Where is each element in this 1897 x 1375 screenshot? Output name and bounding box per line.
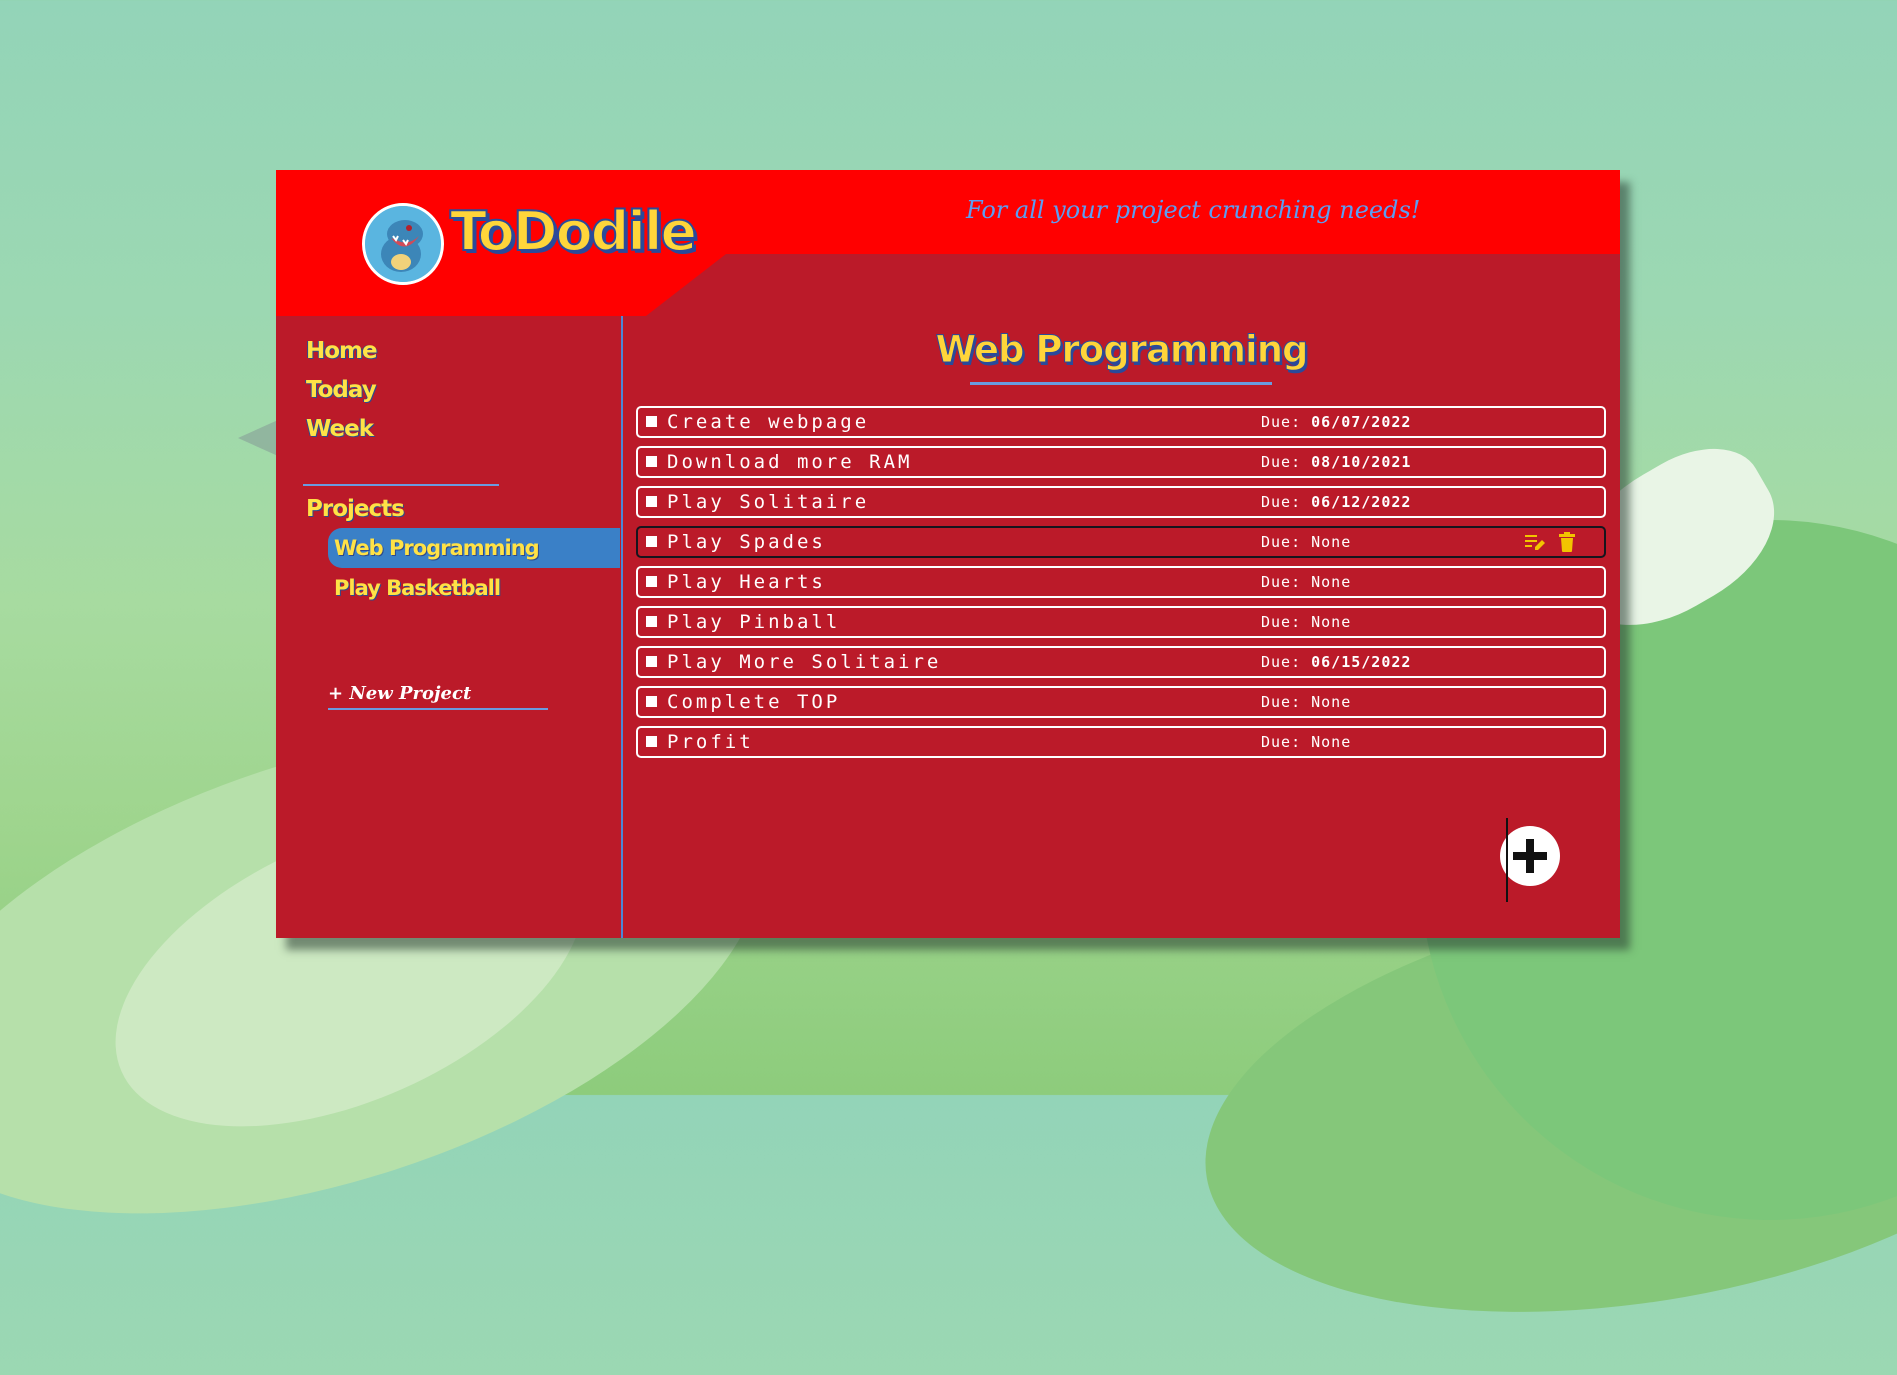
due-value: None — [1311, 733, 1352, 751]
app-tagline: For all your project crunching needs! — [966, 196, 1421, 224]
due-value: 06/15/2022 — [1311, 653, 1412, 671]
text-cursor — [1506, 818, 1508, 902]
title-underline — [970, 382, 1272, 385]
task-title: Play More Solitaire — [667, 651, 942, 673]
task-row-hovered[interactable]: Play Spades Due: None — [636, 526, 1606, 558]
task-title: Play Solitaire — [667, 491, 870, 513]
due-label: Due: — [1261, 693, 1302, 711]
due-value: 08/10/2021 — [1311, 453, 1412, 471]
add-task-button[interactable] — [1500, 826, 1560, 886]
task-due: Due: 06/12/2022 — [1261, 493, 1411, 511]
due-value: None — [1311, 573, 1352, 591]
project-panel: Web Programming Create webpage Due: 06/07… — [623, 316, 1620, 938]
task-title: Play Hearts — [667, 571, 826, 593]
task-checkbox[interactable] — [646, 576, 657, 587]
task-due: Due: 06/07/2022 — [1261, 413, 1411, 431]
edit-task-icon[interactable] — [1525, 534, 1545, 552]
due-label: Due: — [1261, 733, 1302, 751]
sidebar-project-play-basketball[interactable]: Play Basketball — [328, 568, 501, 608]
background-decoration — [238, 420, 278, 456]
task-row[interactable]: Create webpage Due: 06/07/2022 — [636, 406, 1606, 438]
project-title: Web Programming — [935, 328, 1309, 372]
task-due: Due: None — [1261, 693, 1351, 711]
task-row[interactable]: Download more RAM Due: 08/10/2021 — [636, 446, 1606, 478]
task-title: Download more RAM — [667, 451, 913, 473]
task-checkbox[interactable] — [646, 736, 657, 747]
totodile-avatar-icon — [362, 203, 444, 285]
task-checkbox[interactable] — [646, 456, 657, 467]
due-label: Due: — [1261, 613, 1302, 631]
new-project-button[interactable]: + New Project — [328, 683, 548, 710]
task-due: Due: None — [1261, 733, 1351, 751]
task-row[interactable]: Play Hearts Due: None — [636, 566, 1606, 598]
task-checkbox[interactable] — [646, 416, 657, 427]
task-title: Complete TOP — [667, 691, 841, 713]
task-list: Create webpage Due: 06/07/2022 Download m… — [636, 406, 1606, 766]
task-row[interactable]: Profit Due: None — [636, 726, 1606, 758]
task-title: Play Pinball — [667, 611, 841, 633]
due-value: 06/07/2022 — [1311, 413, 1412, 431]
sidebar-project-web-programming[interactable]: Web Programming — [328, 528, 620, 568]
due-label: Due: — [1261, 573, 1302, 591]
task-checkbox[interactable] — [646, 656, 657, 667]
sidebar-item-week[interactable]: Week — [306, 416, 374, 442]
due-label: Due: — [1261, 493, 1302, 511]
task-title: Create webpage — [667, 411, 870, 433]
task-due: Due: 08/10/2021 — [1261, 453, 1411, 471]
due-label: Due: — [1261, 653, 1302, 671]
todo-app-window: ToDodile For all your project crunching … — [276, 170, 1620, 938]
trash-icon[interactable] — [1559, 532, 1575, 552]
task-checkbox[interactable] — [646, 496, 657, 507]
task-row[interactable]: Complete TOP Due: None — [636, 686, 1606, 718]
due-value: None — [1311, 533, 1352, 551]
task-due: Due: None — [1261, 533, 1351, 551]
task-due: Due: None — [1261, 613, 1351, 631]
task-title: Profit — [667, 731, 754, 753]
task-row[interactable]: Play More Solitaire Due: 06/15/2022 — [636, 646, 1606, 678]
sidebar-item-home[interactable]: Home — [306, 338, 378, 364]
sidebar-divider — [303, 484, 499, 486]
app-title: ToDodile — [449, 199, 698, 264]
projects-heading: Projects — [306, 496, 405, 522]
app-header: ToDodile For all your project crunching … — [276, 170, 1620, 316]
sidebar: Home Today Week Projects Web Programming… — [276, 316, 623, 938]
task-due: Due: None — [1261, 573, 1351, 591]
task-checkbox[interactable] — [646, 536, 657, 547]
task-checkbox[interactable] — [646, 616, 657, 627]
task-due: Due: 06/15/2022 — [1261, 653, 1411, 671]
task-title: Play Spades — [667, 531, 826, 553]
due-value: None — [1311, 613, 1352, 631]
due-value: 06/12/2022 — [1311, 493, 1412, 511]
due-label: Due: — [1261, 413, 1302, 431]
due-value: None — [1311, 693, 1352, 711]
task-checkbox[interactable] — [646, 696, 657, 707]
plus-icon — [1513, 839, 1547, 873]
due-label: Due: — [1261, 533, 1302, 551]
sidebar-item-today[interactable]: Today — [306, 377, 377, 403]
task-row[interactable]: Play Solitaire Due: 06/12/2022 — [636, 486, 1606, 518]
task-row[interactable]: Play Pinball Due: None — [636, 606, 1606, 638]
due-label: Due: — [1261, 453, 1302, 471]
